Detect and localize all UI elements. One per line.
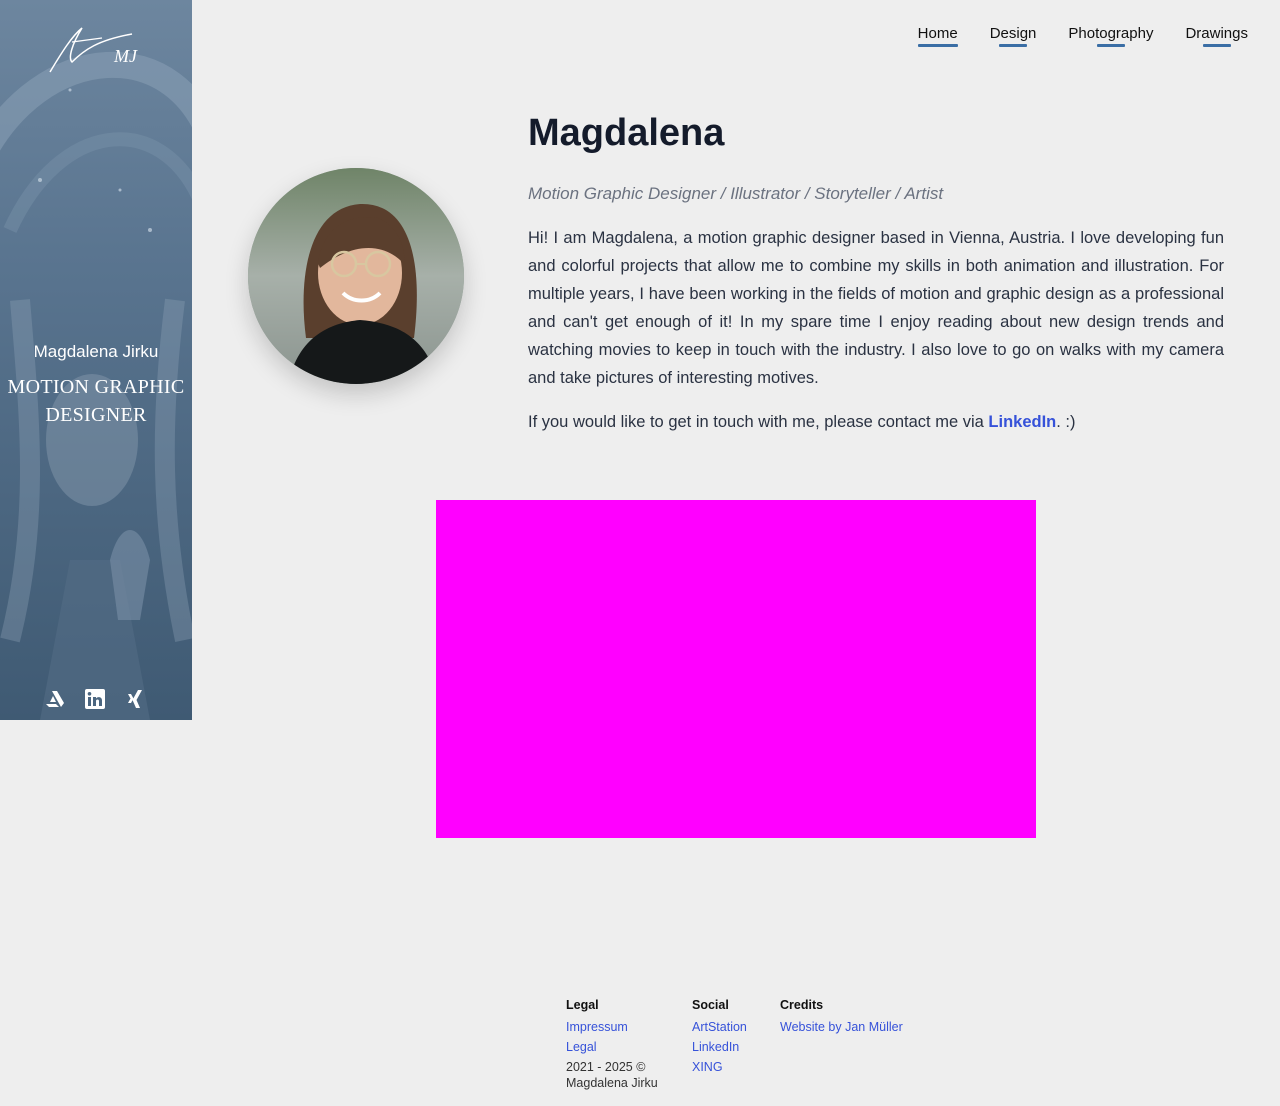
nav-underline	[917, 44, 958, 47]
xing-link[interactable]: XING	[692, 1057, 780, 1077]
footer-credits-column: Credits Website by Jan Müller	[780, 997, 903, 1091]
footer-social-column: Social ArtStation LinkedIn XING	[692, 997, 780, 1091]
impressum-link[interactable]: Impressum	[566, 1017, 692, 1037]
nav-home-label: Home	[917, 25, 958, 42]
top-nav: Home Design Photography Drawings	[917, 25, 1248, 47]
sidebar-role: MOTION GRAPHIC DESIGNER	[7, 376, 185, 426]
artstation-icon[interactable]	[44, 688, 66, 710]
credits-link[interactable]: Website by Jan Müller	[780, 1017, 903, 1037]
nav-home[interactable]: Home	[917, 25, 958, 47]
page-subtitle: Motion Graphic Designer / Illustrator / …	[528, 184, 944, 203]
signature-logo-icon: MJ	[49, 27, 138, 73]
footer: Legal Impressum Legal 2021 - 2025 © Magd…	[566, 997, 903, 1091]
nav-design-label: Design	[989, 25, 1037, 42]
nav-underline	[1202, 44, 1231, 47]
footer-legal-column: Legal Impressum Legal 2021 - 2025 © Magd…	[566, 997, 692, 1091]
profile-photo	[248, 168, 464, 384]
nav-photography[interactable]: Photography	[1068, 25, 1154, 47]
footer-social-heading: Social	[692, 998, 729, 1012]
sidebar: MJ Magdalena Jirku MOTION GRAPHIC DESIGN…	[0, 0, 192, 720]
footer-legal-heading: Legal	[566, 998, 599, 1012]
contact-suffix: . :)	[1056, 413, 1076, 431]
nav-design[interactable]: Design	[989, 25, 1037, 47]
copyright-text: 2021 - 2025 © Magdalena Jirku	[566, 1060, 658, 1090]
nav-underline	[999, 44, 1028, 47]
social-links	[44, 688, 146, 710]
nav-drawings-label: Drawings	[1185, 25, 1248, 42]
xing-icon[interactable]	[124, 688, 146, 710]
svg-text:MJ: MJ	[113, 46, 138, 66]
artstation-link[interactable]: ArtStation	[692, 1017, 780, 1037]
linkedin-icon[interactable]	[84, 688, 106, 710]
bio-text: Hi! I am Magdalena, a motion graphic des…	[528, 229, 1224, 387]
sidebar-name: Magdalena Jirku	[33, 342, 159, 361]
nav-photography-label: Photography	[1068, 25, 1154, 42]
page-title: Magdalena	[528, 112, 725, 154]
contact-text: If you would like to get in touch with m…	[528, 408, 1076, 436]
nav-underline	[1096, 44, 1125, 47]
linkedin-link[interactable]: LinkedIn	[988, 413, 1056, 431]
linkedin-footer-link[interactable]: LinkedIn	[692, 1037, 780, 1057]
legal-link[interactable]: Legal	[566, 1037, 692, 1057]
footer-credits-heading: Credits	[780, 998, 824, 1012]
nav-drawings[interactable]: Drawings	[1185, 25, 1248, 47]
contact-prefix: If you would like to get in touch with m…	[528, 413, 989, 431]
logo[interactable]: MJ	[42, 22, 142, 83]
media-placeholder	[436, 500, 1036, 838]
